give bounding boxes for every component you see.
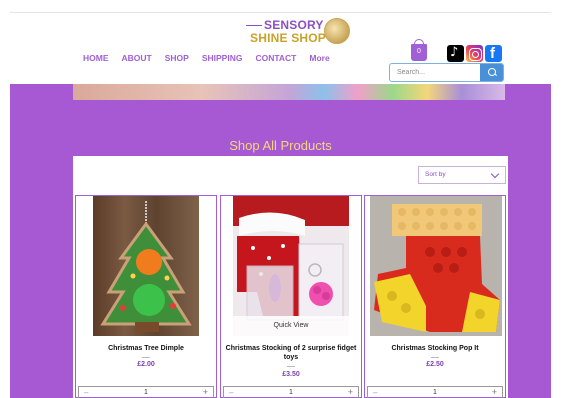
hero-banner-image [73,84,505,100]
quantity-value[interactable]: 1 [79,389,213,396]
logo-text-line2: SHINE SHOP [250,31,327,45]
search-input[interactable] [390,64,482,81]
main-nav: HOME ABOUT SHOP SHIPPING CONTACT More [83,53,343,63]
product-price: £2.50 [426,361,444,368]
product-image[interactable] [370,196,502,336]
nav-shipping[interactable]: SHIPPING [202,53,243,63]
cart-icon[interactable]: 0 [411,39,427,61]
product-price: £3.50 [282,371,300,378]
product-card[interactable]: Christmas Stocking Pop It £2.50 – 1 + [364,195,506,398]
quantity-increase-button[interactable]: + [492,387,497,397]
instagram-icon[interactable] [466,45,483,62]
search-box [389,63,504,82]
quantity-value[interactable]: 1 [368,389,502,396]
nav-about[interactable]: ABOUT [122,53,152,63]
logo-dash [246,25,262,27]
cart-count: 0 [417,48,421,55]
tiktok-icon[interactable] [447,45,464,62]
sort-dropdown[interactable]: Sort by [418,166,506,184]
logo-badge-icon [324,18,350,44]
quantity-stepper[interactable]: – 1 + [78,386,214,398]
product-name[interactable]: Christmas Tree Dimple [80,344,212,353]
product-card[interactable]: Quick View Christmas Stocking of 2 surpr… [220,195,362,398]
nav-home[interactable]: HOME [83,53,109,63]
quantity-increase-button[interactable]: + [348,387,353,397]
quantity-increase-button[interactable]: + [203,387,208,397]
header-divider [10,12,551,13]
sort-label: Sort by [425,171,446,178]
product-image[interactable]: Quick View [233,196,349,336]
product-name[interactable]: Christmas Stocking of 2 surprise fidget … [225,344,357,362]
chevron-down-icon [490,169,500,179]
logo-text-line1: SENSORY [264,18,324,32]
quantity-stepper[interactable]: – 1 + [367,386,503,398]
quick-view-button[interactable]: Quick View [233,316,349,336]
quantity-value[interactable]: 1 [224,389,358,396]
product-divider [431,357,439,358]
nav-contact[interactable]: CONTACT [255,53,296,63]
page-title: Shop All Products [229,138,332,153]
product-image[interactable] [93,196,199,336]
product-name[interactable]: Christmas Stocking Pop It [369,344,501,353]
product-price: £2.00 [137,361,155,368]
quantity-stepper[interactable]: – 1 + [223,386,359,398]
product-divider [287,366,295,367]
product-card[interactable]: Christmas Tree Dimple £2.00 – 1 + [75,195,217,398]
nav-shop[interactable]: SHOP [165,53,189,63]
product-divider [142,357,150,358]
site-logo[interactable]: SENSORY SHINE SHOP [246,18,350,46]
search-icon[interactable] [480,64,503,81]
nav-more[interactable]: More [309,53,329,63]
facebook-icon[interactable] [485,45,502,62]
site-header: SENSORY SHINE SHOP HOME ABOUT SHOP SHIPP… [0,0,561,84]
